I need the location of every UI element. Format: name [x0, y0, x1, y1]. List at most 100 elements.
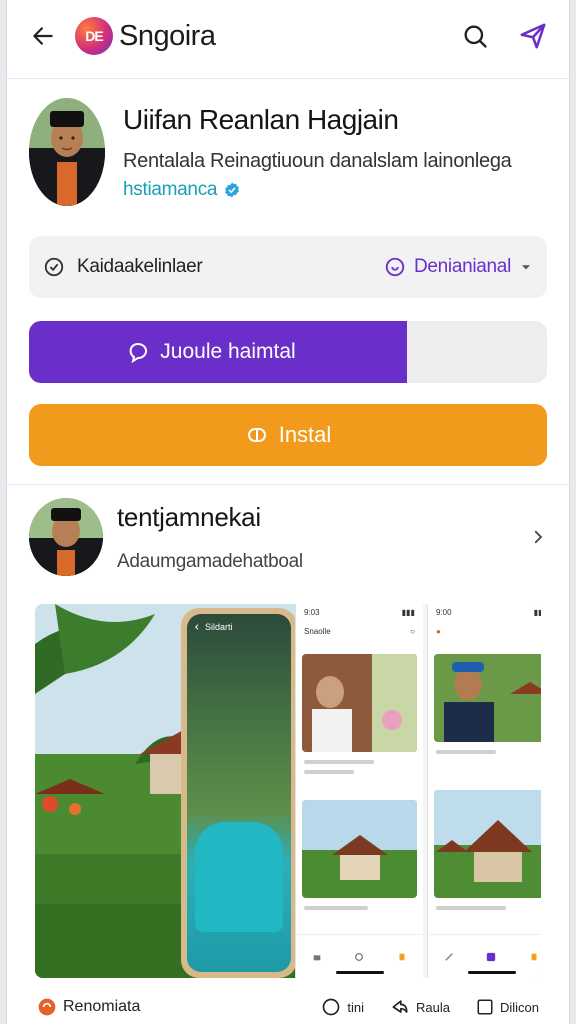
- join-progress-button[interactable]: Juoule haimtal: [29, 321, 547, 383]
- edit-icon: [445, 952, 453, 961]
- bottom-item-2-label: Raula: [416, 999, 450, 1015]
- share-button[interactable]: [515, 18, 551, 54]
- gallery-screen-a: 9:03 ▮▮▮ Snaolle ○: [295, 604, 423, 978]
- signal-icon: ▮▮▮: [533, 608, 541, 617]
- profile-name: Uiifan Reanlan Hagjain: [123, 104, 399, 135]
- arrow-left-icon: [33, 27, 53, 45]
- home-indicator: [336, 971, 384, 974]
- developer-row[interactable]: tentjamnekai Adaumgamadehatboal: [29, 496, 547, 578]
- square-icon: [477, 999, 493, 1015]
- profile-handle-row[interactable]: hstiamanca: [123, 179, 512, 201]
- screen-a-status: 9:03 ▮▮▮: [304, 608, 415, 617]
- brand-logo: DE: [75, 17, 113, 55]
- chevron-down-icon: [521, 265, 531, 270]
- app-frame: DE Sngoira Uiifan Reanlan Hagjain Rental…: [6, 0, 570, 1024]
- placeholder-line: [304, 906, 368, 910]
- brand-badge-icon: [38, 998, 56, 1016]
- info-left: Kaidaakelinlaer: [43, 256, 203, 278]
- developer-avatar: [29, 498, 103, 576]
- bottom-bar-label[interactable]: Renomiata: [63, 998, 140, 1016]
- profile-header: Uiifan Reanlan Hagjain Rentalala Reinagt…: [29, 98, 549, 210]
- chat-bubble-icon: [129, 343, 148, 364]
- info-dropdown-label[interactable]: Denianianal: [414, 256, 511, 278]
- app-logo-icon: ●: [436, 627, 441, 636]
- screen-b-nav: ●○: [436, 627, 541, 636]
- screen-a-title: Snaolle: [304, 627, 331, 636]
- screen-b-header: 9:00 ▮▮▮ ●○: [428, 604, 541, 652]
- shield-check-icon: [44, 257, 64, 277]
- developer-subtitle: Adaumgamadehatboal: [117, 550, 303, 572]
- section-divider: [7, 484, 569, 485]
- progress-label: Juoule haimtal: [160, 340, 296, 363]
- bottom-item-1[interactable]: tini: [321, 997, 364, 1017]
- gallery-phone-mockup: Sildarti: [181, 608, 297, 978]
- top-actions: [457, 18, 551, 54]
- screen-a-header: 9:03 ▮▮▮ Snaolle ○: [296, 604, 423, 652]
- info-dropdown[interactable]: Denianianal: [384, 256, 533, 278]
- bottom-item-1-label: tini: [347, 999, 365, 1015]
- circle-icon: [323, 998, 340, 1016]
- screen-a-nav: Snaolle ○: [304, 627, 415, 636]
- chevron-right-icon: [534, 530, 543, 544]
- signal-icon: ▮▮▮: [401, 608, 415, 617]
- search-button[interactable]: [457, 18, 493, 54]
- phone-screen: Sildarti: [187, 614, 291, 972]
- home-icon: [313, 954, 321, 960]
- portrait-photo: [302, 654, 417, 752]
- pool-shape: [195, 822, 283, 932]
- progress-content: Juoule haimtal: [29, 321, 393, 383]
- villa-photo: [302, 800, 417, 898]
- person-portrait: [29, 98, 105, 206]
- screen-b-tile-1: [434, 654, 541, 742]
- install-download-icon: [247, 428, 266, 442]
- share-icon: [392, 1000, 408, 1013]
- chevron-left-icon: [194, 624, 199, 630]
- bottom-bar: Renomiata tini Raula Dilicon: [7, 990, 569, 1024]
- bottom-bar-brand[interactable]: Renomiata: [37, 997, 140, 1017]
- screen-a-tile-1: [302, 654, 417, 752]
- install-label: Instal: [278, 422, 332, 447]
- profile-handle[interactable]: hstiamanca: [123, 179, 217, 201]
- developer-title: tentjamnekai: [117, 501, 261, 532]
- screen-b-tile-2: [434, 790, 541, 898]
- developer-text: tentjamnekai Adaumgamadehatboal: [117, 502, 303, 573]
- gallery-screen-b: 9:00 ▮▮▮ ●○: [427, 604, 541, 978]
- top-app-bar: DE Sngoira: [7, 0, 569, 72]
- home-indicator: [468, 971, 516, 974]
- header-divider: [7, 78, 569, 79]
- screen-a-time: 9:03: [304, 608, 320, 617]
- bottom-item-2[interactable]: Raula: [390, 997, 450, 1017]
- info-left-label: Kaidaakelinlaer: [77, 256, 203, 277]
- screen-b-status: 9:00 ▮▮▮: [436, 608, 541, 617]
- avatar: [29, 98, 105, 206]
- heart-icon: [355, 952, 364, 961]
- search-icon: [464, 25, 487, 48]
- brand: DE Sngoira: [75, 17, 216, 55]
- pavilion-photo: [434, 790, 541, 898]
- add-icon: [487, 952, 496, 961]
- search-icon: ○: [410, 627, 415, 636]
- screen-a-tile-2: [302, 800, 417, 898]
- back-button[interactable]: [25, 18, 61, 54]
- bottom-item-3[interactable]: Dilicon: [476, 998, 539, 1016]
- placeholder-line: [436, 750, 496, 754]
- verified-badge-icon: [225, 182, 240, 198]
- bookmark-icon: [531, 953, 537, 960]
- bottom-item-3-label: Dilicon: [499, 999, 539, 1015]
- placeholder-line: [304, 770, 354, 774]
- install-button[interactable]: Instal: [29, 404, 547, 466]
- phone-topbar: Sildarti: [193, 620, 285, 634]
- phone-title: Sildarti: [205, 622, 233, 632]
- info-circle-icon: [385, 257, 405, 277]
- person-cap-photo: [434, 654, 541, 742]
- bottom-bar-items: tini Raula Dilicon: [321, 997, 539, 1017]
- developer-portrait: [29, 498, 103, 576]
- bookmark-icon: [399, 953, 405, 960]
- profile-text: Uiifan Reanlan Hagjain Rentalala Reinagt…: [123, 98, 512, 210]
- screenshot-gallery[interactable]: Sildarti 9:03 ▮▮▮ Snaolle ○ 9:00 ▮▮ ●: [35, 604, 541, 978]
- app-name: Sngoira: [119, 19, 216, 52]
- info-row: Kaidaakelinlaer Denianianal: [29, 236, 547, 298]
- send-icon: [520, 23, 546, 49]
- profile-subtitle: Rentalala Reinagtiuoun danalslam lainonl…: [123, 150, 512, 172]
- placeholder-line: [436, 906, 506, 910]
